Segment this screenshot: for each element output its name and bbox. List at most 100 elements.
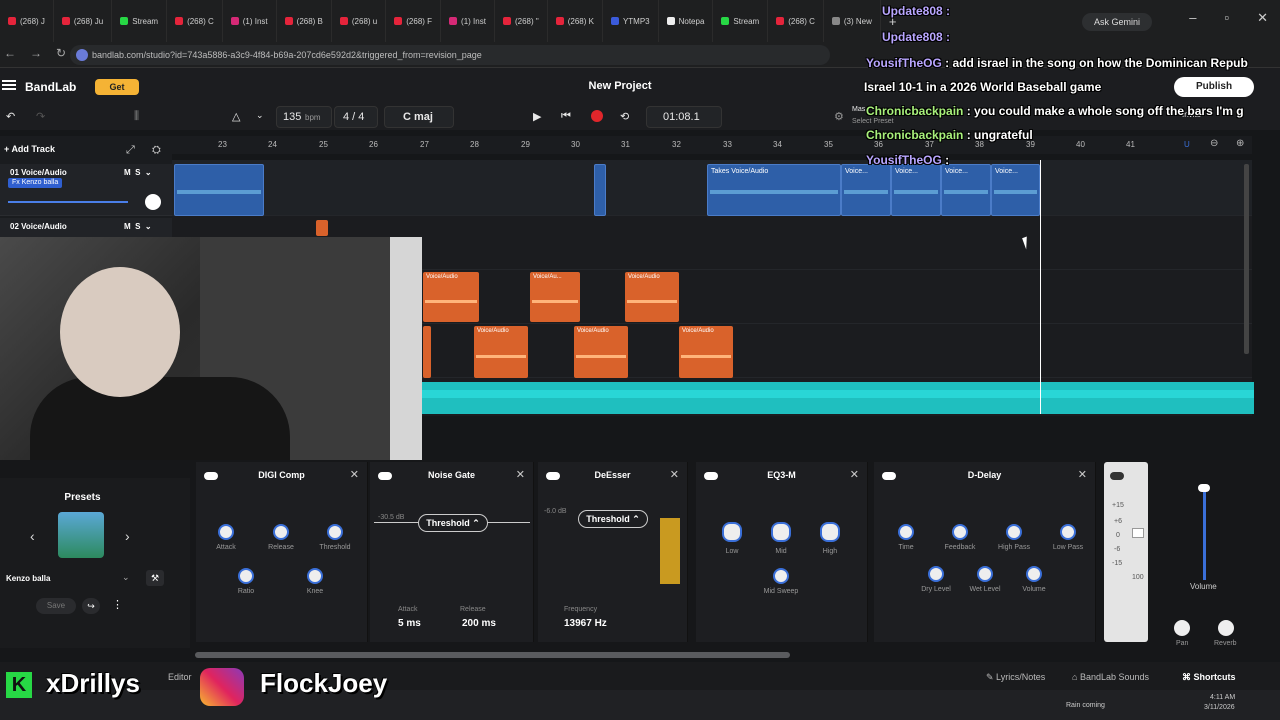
ratio-knob[interactable]	[238, 568, 254, 584]
preset-tools-icon[interactable]: ⚒	[146, 570, 164, 586]
mute-button[interactable]: M	[124, 168, 131, 177]
audio-clip[interactable]	[594, 164, 606, 216]
preset-thumbnail[interactable]	[58, 512, 104, 558]
browser-tab[interactable]: (1) Inst	[223, 0, 277, 42]
chevron-left-icon[interactable]: ‹	[30, 528, 35, 544]
browser-tab[interactable]: (268) u	[332, 0, 387, 42]
high-knob[interactable]	[820, 522, 840, 542]
audio-clip[interactable]: Voice/Audio	[679, 326, 733, 378]
audio-clip[interactable]: Voice/Audio	[625, 272, 679, 322]
release-knob[interactable]	[273, 524, 289, 540]
time-signature-field[interactable]: 4 / 4	[334, 106, 378, 128]
reverb-knob[interactable]	[1218, 620, 1234, 636]
mute-button[interactable]: M	[124, 222, 131, 231]
track-01[interactable]: 01 Voice/Audio M S ⌄ Fx Kenzo balla	[0, 164, 172, 216]
mid-knob[interactable]	[771, 522, 791, 542]
browser-tab[interactable]: (268) J	[0, 0, 54, 42]
close-icon[interactable]: ✕	[350, 468, 359, 481]
audio-clip[interactable]	[316, 220, 328, 236]
audio-clip[interactable]: Voice/Audio	[574, 326, 628, 378]
vertical-scrollbar[interactable]	[1244, 164, 1249, 354]
undo-icon[interactable]: ↶	[6, 110, 15, 123]
audio-clip[interactable]: Voice/Audio	[474, 326, 528, 378]
audio-clip[interactable]: Takes Voice/Audio	[707, 164, 841, 216]
browser-tab[interactable]: (268) C	[768, 0, 824, 42]
high-pass-knob[interactable]	[1006, 524, 1022, 540]
key-field[interactable]: C maj	[384, 106, 454, 128]
save-preset-button[interactable]: Save	[36, 598, 76, 614]
preset-name[interactable]: Kenzo balla	[6, 574, 50, 583]
loop-icon[interactable]: ⟲	[620, 110, 629, 123]
fader-handle[interactable]	[1132, 528, 1144, 538]
fx-toggle[interactable]	[1110, 472, 1124, 480]
project-title[interactable]: New Project	[560, 80, 680, 92]
rewind-icon[interactable]: ⏮	[561, 110, 571, 123]
beat-audio-clip[interactable]	[422, 382, 1254, 414]
menu-icon[interactable]	[2, 80, 16, 90]
reload-icon[interactable]: ↻	[56, 46, 66, 60]
automation-icon[interactable]: ⤢	[126, 144, 135, 157]
browser-tab[interactable]: Notepa	[659, 0, 714, 42]
audio-clip[interactable]: Voice/Au...	[530, 272, 580, 322]
forward-icon[interactable]: →	[30, 46, 42, 60]
add-track-button[interactable]: + Add Track	[4, 144, 55, 154]
close-icon[interactable]: ✕	[1078, 468, 1087, 481]
tempo-field[interactable]: 135 bpm	[276, 106, 332, 128]
mixer-icon[interactable]: ⫼	[134, 110, 139, 123]
browser-tab[interactable]: (268) F	[386, 0, 442, 42]
browser-tab[interactable]: Stream	[713, 0, 769, 42]
audio-clip[interactable]	[174, 164, 264, 216]
chevron-down-icon[interactable]: ⌄	[256, 110, 264, 121]
browser-tab[interactable]: Stream	[112, 0, 168, 42]
attack-value[interactable]: 5 ms	[398, 618, 421, 629]
get-button[interactable]: Get	[95, 79, 139, 95]
back-icon[interactable]: ←	[4, 46, 16, 60]
volume-fader[interactable]	[1203, 488, 1206, 580]
audio-clip[interactable]	[423, 326, 431, 378]
threshold-knob[interactable]	[327, 524, 343, 540]
mute-solo[interactable]: M S ⌄	[124, 168, 152, 177]
fx-preset-tag[interactable]: Fx Kenzo balla	[8, 178, 63, 188]
more-icon[interactable]: ⋮	[112, 598, 123, 611]
dry-level-knob[interactable]	[928, 566, 944, 582]
track-settings-icon[interactable]: ⛭	[152, 144, 161, 157]
browser-tab[interactable]: (1) Inst	[441, 0, 495, 42]
chevron-right-icon[interactable]: ›	[125, 528, 130, 544]
audio-clip[interactable]: Voice/Audio	[423, 272, 479, 322]
metronome-icon[interactable]: △	[232, 110, 240, 123]
solo-button[interactable]: S	[135, 222, 140, 231]
shortcuts-button[interactable]: ⌘ Shortcuts	[1182, 672, 1236, 683]
lyrics-notes-button[interactable]: ✎ Lyrics/Notes	[986, 672, 1045, 683]
track-volume-slider[interactable]	[8, 201, 128, 203]
bandlab-sounds-button[interactable]: ⌂ BandLab Sounds	[1072, 672, 1149, 682]
bandlab-logo[interactable]: BandLab	[25, 80, 76, 94]
pan-knob[interactable]	[145, 194, 161, 210]
url-field[interactable]: bandlab.com/studio?id=743a5886-a3c9-4f84…	[70, 45, 830, 65]
playhead[interactable]	[1040, 160, 1041, 414]
knee-knob[interactable]	[307, 568, 323, 584]
close-icon[interactable]: ✕	[670, 468, 679, 481]
close-icon[interactable]: ✕	[850, 468, 859, 481]
settings-icon[interactable]: ⚙	[834, 110, 844, 123]
mid-sweep-knob[interactable]	[773, 568, 789, 584]
volume-fader-handle[interactable]	[1198, 484, 1210, 492]
low-pass-knob[interactable]	[1060, 524, 1076, 540]
release-value[interactable]: 200 ms	[462, 618, 496, 629]
browser-tab[interactable]: YTMP3	[603, 0, 659, 42]
browser-tab[interactable]: (268) B	[277, 0, 332, 42]
record-button[interactable]	[591, 110, 603, 122]
threshold-control[interactable]: Threshold ⌃	[418, 514, 488, 532]
feedback-knob[interactable]	[952, 524, 968, 540]
attack-knob[interactable]	[218, 524, 234, 540]
browser-tab[interactable]: (268) Ju	[54, 0, 113, 42]
track-02[interactable]: 02 Voice/Audio M S ⌄	[0, 218, 172, 238]
pan-knob[interactable]	[1174, 620, 1190, 636]
share-icon[interactable]: ↪	[82, 598, 100, 614]
wet-level-knob[interactable]	[977, 566, 993, 582]
frequency-value[interactable]: 13967 Hz	[564, 618, 607, 629]
play-icon[interactable]: ▶	[533, 110, 541, 123]
close-icon[interactable]: ✕	[516, 468, 525, 481]
volume-knob[interactable]	[1026, 566, 1042, 582]
time-knob[interactable]	[898, 524, 914, 540]
mute-solo[interactable]: M S ⌄	[124, 222, 152, 231]
